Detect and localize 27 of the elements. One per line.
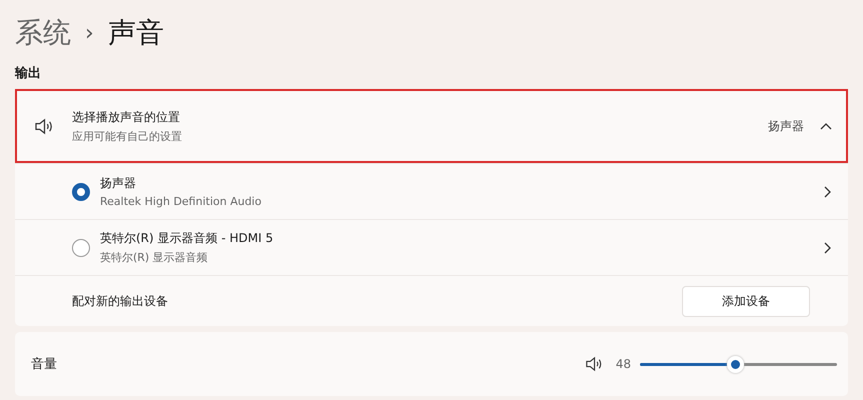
volume-slider[interactable] [640,356,837,372]
output-expander[interactable]: 选择播放声音的位置 应用可能有自己的设置 扬声器 [15,89,848,163]
slider-thumb[interactable] [726,356,744,372]
page-title: 声音 [108,15,164,51]
radio-button[interactable] [72,238,90,256]
device-row[interactable]: 扬声器 Realtek High Definition Audio [15,163,848,219]
setting-description: 应用可能有自己的设置 [72,128,183,144]
chevron-icon [820,122,832,130]
device-detail: Realtek High Definition Audio [100,195,262,208]
current-device: 扬声器 [768,118,804,134]
device-row[interactable]: 英特尔(R) 显示器音频 - HDMI 5 英特尔(R) 显示器音频 [15,219,848,275]
speaker-icon [34,118,55,134]
volume-reading: 48 [616,357,631,371]
add-device-button[interactable]: 添加设备 [682,286,810,316]
setting-title: 选择播放声音的位置 [72,108,181,126]
volume-label: 音量 [31,356,58,373]
pair-label: 配对新的输出设备 [72,292,169,310]
chevron-right-icon [824,242,832,254]
chevron-right-icon [824,186,832,198]
breadcrumb-separator: › [85,20,94,46]
section-heading: 输出 [15,65,42,82]
radio-button[interactable] [72,182,90,200]
device-name: 扬声器 [100,175,137,192]
speaker-icon[interactable] [584,356,604,372]
breadcrumb-parent[interactable]: 系统 [15,14,71,52]
device-name: 英特尔(R) 显示器音频 - HDMI 5 [100,230,274,247]
device-detail: 英特尔(R) 显示器音频 [100,250,209,265]
